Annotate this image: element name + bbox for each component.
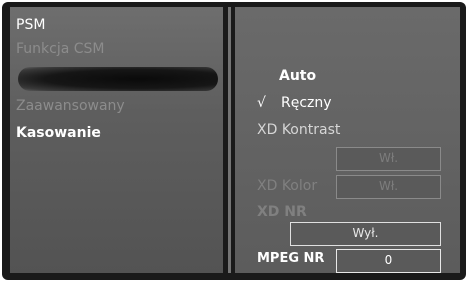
- mpeg-nr-value-box[interactable]: 0: [336, 249, 441, 273]
- xd-color-value-box[interactable]: Wł.: [336, 175, 441, 199]
- xd-color-label: XD Kolor: [257, 178, 318, 194]
- tv-osd-screen: PSM Funkcja CSM Zaawansowany Kasowanie A…: [2, 2, 466, 280]
- option-auto[interactable]: Auto: [279, 68, 316, 84]
- xd-contrast-label: XD Kontrast: [257, 122, 341, 138]
- menu-item-reset[interactable]: Kasowanie: [16, 125, 101, 141]
- menu-item-selected-highlight[interactable]: [18, 67, 218, 91]
- xd-contrast-value-box[interactable]: Wł.: [336, 147, 441, 171]
- xd-settings-panel: Auto √ Ręczny XD Kontrast Wł. XD Kolor W…: [235, 7, 460, 273]
- menu-item-advanced[interactable]: Zaawansowany: [16, 98, 125, 114]
- xd-nr-label: XD NR: [257, 204, 307, 220]
- menu-item-csm[interactable]: Funkcja CSM: [16, 41, 105, 57]
- menu-item-psm[interactable]: PSM: [16, 17, 45, 33]
- xd-nr-value-box[interactable]: Wył.: [290, 222, 441, 246]
- mpeg-nr-label: MPEG NR: [257, 251, 325, 266]
- panel-divider: [228, 7, 231, 273]
- check-icon: √: [257, 95, 266, 111]
- option-manual[interactable]: Ręczny: [281, 95, 332, 111]
- picture-menu-panel: PSM Funkcja CSM Zaawansowany Kasowanie: [10, 7, 223, 273]
